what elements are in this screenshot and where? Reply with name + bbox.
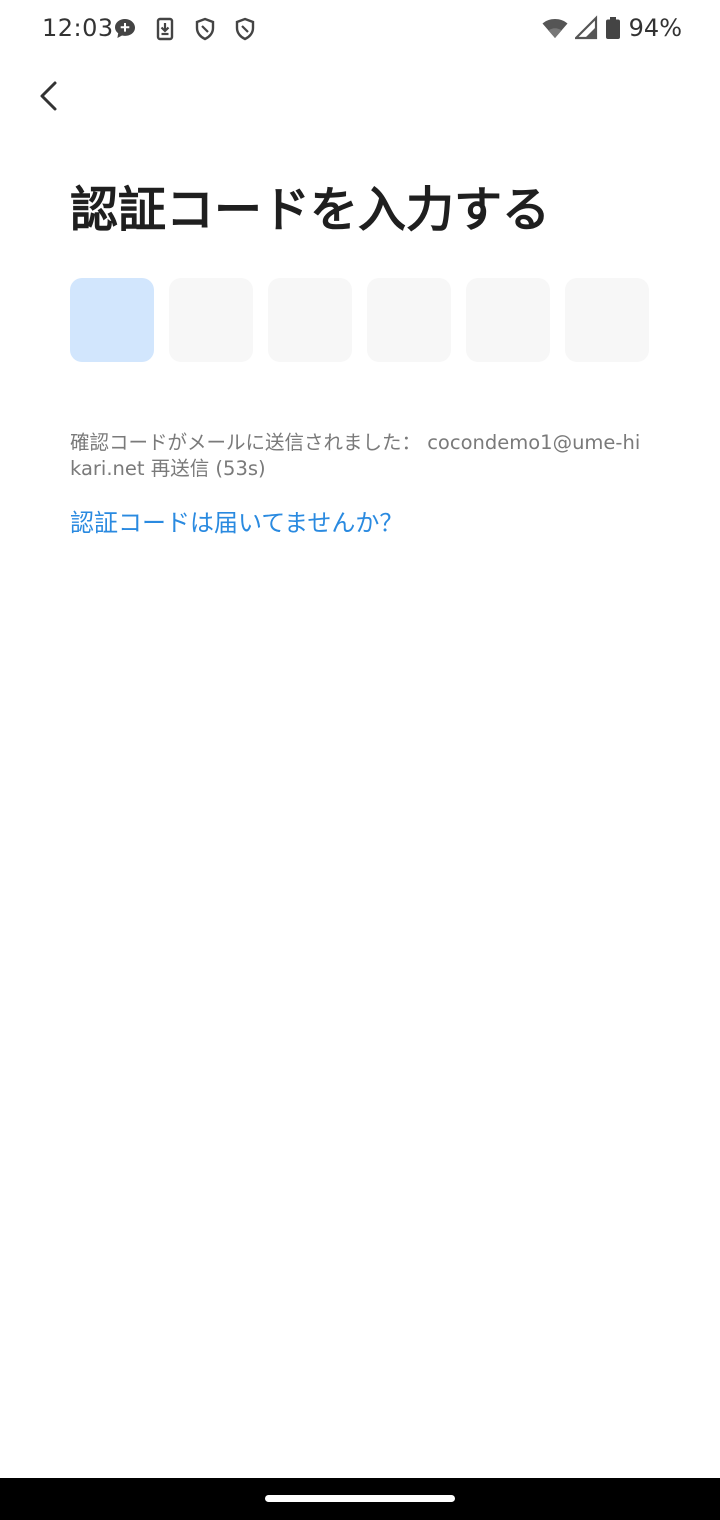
status-left-icons bbox=[112, 16, 258, 42]
code-digit-box[interactable] bbox=[70, 278, 154, 362]
cellular-signal-icon bbox=[574, 15, 597, 40]
download-icon bbox=[156, 17, 174, 41]
status-bar: 12:03 94% bbox=[0, 0, 720, 60]
code-digit-box[interactable] bbox=[565, 278, 649, 362]
page-title: 認証コードを入力する bbox=[70, 182, 551, 238]
code-not-received-link[interactable]: 認証コードは届いてませんか？ bbox=[70, 503, 403, 538]
navigation-bar bbox=[0, 1478, 720, 1520]
back-button[interactable] bbox=[24, 70, 74, 122]
wifi-icon bbox=[542, 19, 568, 38]
chevron-left-icon bbox=[40, 81, 57, 111]
battery-icon bbox=[605, 17, 620, 39]
code-sent-message: 確認コードがメールに送信されました： cocondemo1@ume-hikari… bbox=[70, 431, 641, 480]
status-time: 12:03 bbox=[42, 14, 114, 42]
code-digit-box[interactable] bbox=[268, 278, 352, 362]
code-digit-box[interactable] bbox=[169, 278, 253, 362]
home-gesture-handle[interactable] bbox=[265, 1495, 455, 1502]
shield-icon bbox=[195, 17, 215, 41]
code-digit-box[interactable] bbox=[367, 278, 451, 362]
shield-icon bbox=[235, 17, 255, 41]
code-input-row bbox=[70, 278, 649, 362]
status-right-icons: 94% bbox=[541, 14, 682, 42]
chat-plus-icon bbox=[115, 19, 135, 38]
battery-percent: 94% bbox=[628, 14, 682, 42]
code-digit-box[interactable] bbox=[466, 278, 550, 362]
